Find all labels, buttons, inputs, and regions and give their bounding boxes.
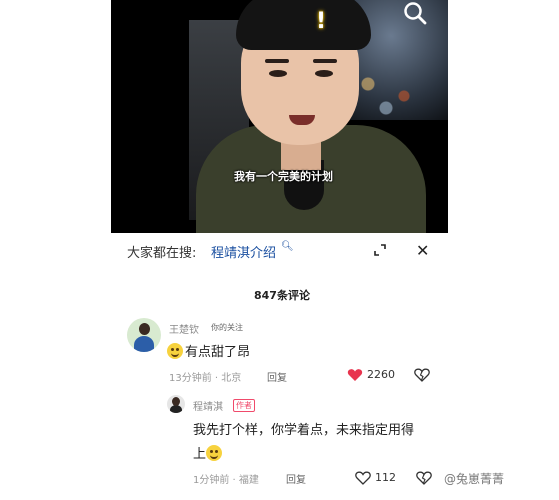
person-eye-left bbox=[269, 70, 287, 77]
person-mouth bbox=[289, 115, 315, 125]
like-count: 2260 bbox=[367, 368, 395, 381]
comment-text-line1: 我先打个样，你学着点，未来指定用得 bbox=[193, 423, 415, 438]
search-small-icon: 🔍︎ bbox=[281, 241, 294, 252]
video-player[interactable]: ! 我有一个完美的计划 bbox=[111, 0, 448, 233]
person-brow-right bbox=[313, 59, 337, 63]
exclamation-icon: ! bbox=[316, 9, 327, 34]
trending-search-label: 大家都在搜: bbox=[127, 246, 197, 261]
left-margin bbox=[0, 0, 111, 500]
smile-emoji-icon bbox=[167, 343, 183, 359]
broken-heart-icon[interactable] bbox=[414, 368, 430, 382]
reply-comment-item: 程靖淇 作者 我先打个样，你学着点，未来指定用得 上 1分钟前 · 福建 回复 … bbox=[111, 395, 448, 495]
following-tag: 你的关注 bbox=[211, 323, 243, 332]
heart-icon[interactable] bbox=[347, 368, 363, 382]
comment-time-location: 1分钟前 · 福建 bbox=[193, 475, 259, 486]
expand-icon[interactable] bbox=[373, 243, 387, 257]
smile-emoji-icon bbox=[206, 445, 223, 461]
comment-text-body: 有点甜了昂 bbox=[185, 345, 251, 360]
avatar[interactable] bbox=[127, 318, 161, 352]
comment-text-body: 上 bbox=[193, 447, 207, 462]
author-badge: 作者 bbox=[233, 399, 255, 412]
comment-time-location: 13分钟前 · 北京 bbox=[169, 373, 242, 384]
comment-text-line2: 上 bbox=[193, 443, 224, 462]
heart-outline-icon[interactable] bbox=[355, 471, 371, 485]
broken-heart-icon[interactable] bbox=[416, 471, 432, 485]
trending-search-bar: 大家都在搜: 程靖淇介绍 🔍︎ ✕ bbox=[111, 233, 448, 267]
comment-count: 847条评论 bbox=[254, 289, 310, 302]
reply-button[interactable]: 回复 bbox=[267, 369, 287, 384]
video-subtitle: 我有一个完美的计划 bbox=[234, 170, 333, 183]
search-icon[interactable] bbox=[402, 0, 428, 26]
video-person bbox=[196, 0, 426, 233]
person-eye-right bbox=[315, 70, 333, 77]
comment-item: 王楚钦 你的关注 有点甜了昂 13分钟前 · 北京 回复 2260 bbox=[111, 318, 448, 388]
comment-text: 有点甜了昂 bbox=[167, 341, 250, 360]
right-margin bbox=[448, 0, 559, 500]
person-brow-left bbox=[265, 59, 289, 63]
reply-button[interactable]: 回复 bbox=[286, 471, 306, 486]
trending-search-term[interactable]: 程靖淇介绍 bbox=[211, 242, 276, 261]
close-icon[interactable]: ✕ bbox=[416, 241, 429, 260]
person-hair bbox=[236, 0, 371, 50]
watermark: @兔崽菁菁 bbox=[444, 472, 505, 486]
avatar[interactable] bbox=[167, 395, 185, 413]
comment-username[interactable]: 王楚钦 bbox=[169, 321, 199, 336]
like-count: 112 bbox=[375, 471, 396, 484]
comment-username[interactable]: 程靖淇 bbox=[193, 398, 223, 413]
